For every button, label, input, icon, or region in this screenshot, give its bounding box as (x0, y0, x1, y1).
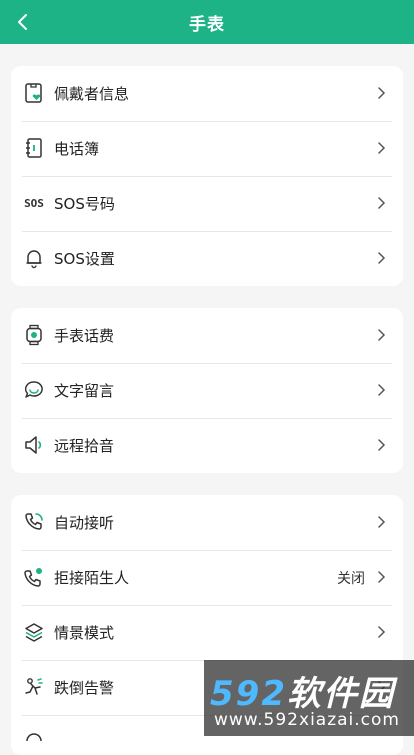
chevron-right-icon (378, 252, 386, 264)
fall-alert-icon (23, 676, 45, 698)
watermark-brand-text: 软件园 (286, 674, 395, 714)
back-button[interactable] (10, 9, 36, 35)
row-label: SOS号码 (54, 195, 115, 213)
row-remote-listen[interactable]: 远程拾音 (11, 418, 403, 473)
row-label: 电话簿 (54, 140, 100, 158)
watermark-overlay: 592软件园 www.592xiazai.com (204, 660, 414, 736)
watermark-url: www.592xiazai.com (214, 710, 400, 730)
phonebook-icon (23, 137, 45, 159)
phone-auto-answer-icon (23, 511, 45, 533)
partial-icon (23, 731, 45, 753)
row-label: 情景模式 (54, 624, 115, 642)
sos-icon: SOS (24, 196, 44, 210)
chevron-right-icon (378, 87, 386, 99)
bell-icon (23, 247, 45, 269)
speaker-icon (23, 434, 45, 456)
chevron-right-icon (378, 626, 386, 638)
row-sos-settings[interactable]: SOS设置 (11, 231, 403, 286)
wearer-info-icon (23, 82, 45, 104)
layers-icon (23, 621, 45, 643)
row-value: 关闭 (337, 570, 365, 587)
chevron-right-icon (378, 384, 386, 396)
page-title: 手表 (189, 14, 225, 35)
row-label: 拒接陌生人 (54, 569, 130, 587)
chat-bubble-icon (23, 379, 45, 401)
chevron-right-icon (378, 571, 386, 583)
row-label: 文字留言 (54, 382, 115, 400)
row-label: 自动接听 (54, 514, 115, 532)
row-scene-mode[interactable]: 情景模式 (11, 605, 403, 660)
row-label: SOS设置 (54, 250, 115, 268)
row-label: 佩戴者信息 (54, 85, 130, 103)
row-auto-answer[interactable]: 自动接听 (11, 495, 403, 550)
chevron-right-icon (378, 142, 386, 154)
watermark-brand: 592软件园 (210, 666, 395, 715)
row-reject-strangers[interactable]: 拒接陌生人 关闭 (11, 550, 403, 605)
phone-reject-icon (23, 566, 45, 588)
settings-card-basic: 佩戴者信息 电话簿 SOS SOS号码 SOS设置 (11, 66, 403, 286)
chevron-left-icon (18, 14, 27, 30)
watch-icon (23, 324, 45, 346)
row-phonebook[interactable]: 电话簿 (11, 121, 403, 176)
chevron-right-icon (378, 197, 386, 209)
row-label: 手表话费 (54, 327, 115, 345)
settings-card-watch: 手表话费 文字留言 远程拾音 (11, 308, 403, 473)
row-text-message[interactable]: 文字留言 (11, 363, 403, 418)
row-sos-number[interactable]: SOS SOS号码 (11, 176, 403, 231)
row-label: 远程拾音 (54, 437, 115, 455)
chevron-right-icon (378, 329, 386, 341)
row-label: 跌倒告警 (54, 679, 115, 697)
row-wearer-info[interactable]: 佩戴者信息 (11, 66, 403, 121)
row-watch-balance[interactable]: 手表话费 (11, 308, 403, 363)
app-header: 手表 (0, 0, 414, 44)
chevron-right-icon (378, 516, 386, 528)
chevron-right-icon (378, 439, 386, 451)
watermark-brand-number: 592 (210, 674, 287, 714)
